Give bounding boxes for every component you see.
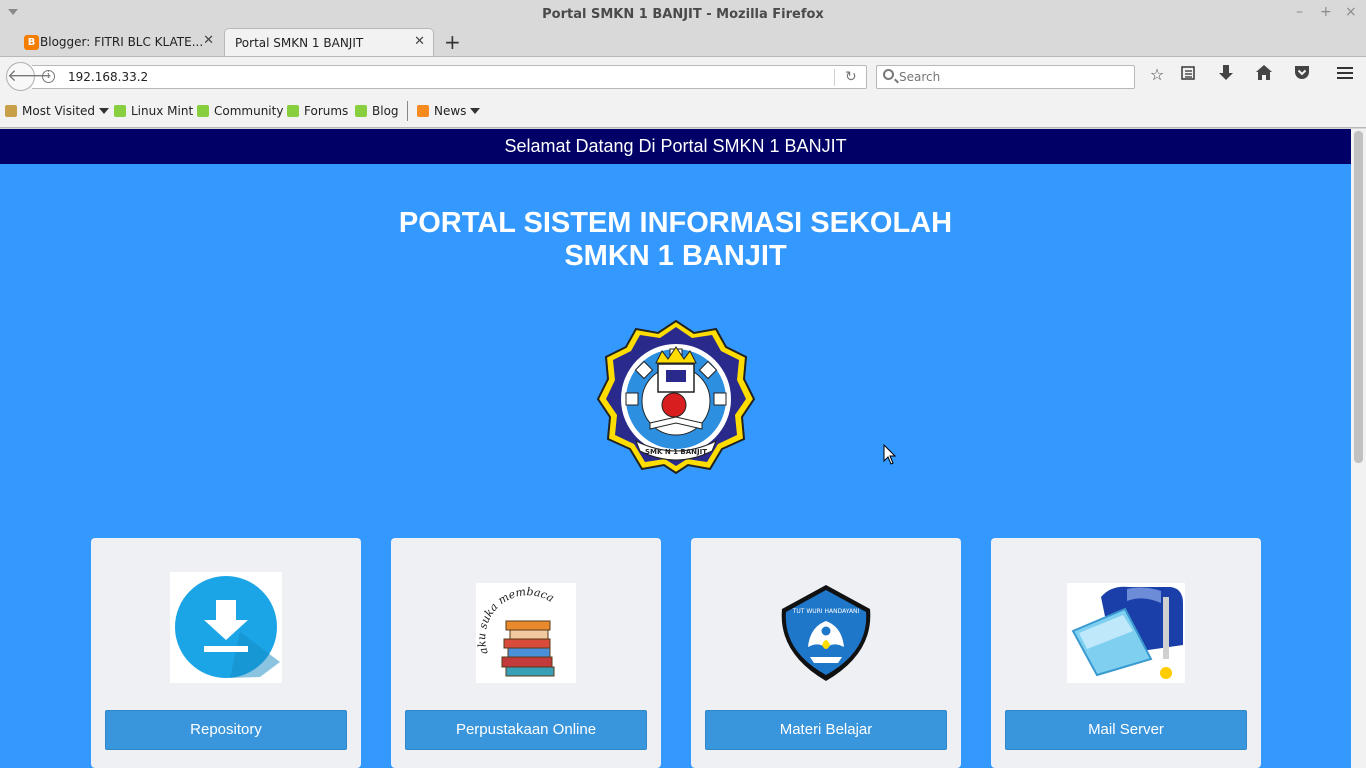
card-perpustakaan: aku suka membaca Perpustakaan Online: [391, 538, 661, 768]
bookmark-linux-mint[interactable]: Linux Mint: [114, 104, 193, 118]
url-text[interactable]: 192.168.33.2: [68, 70, 148, 84]
close-tab-icon[interactable]: ✕: [414, 34, 425, 49]
window-title: Portal SMKN 1 BANJIT - Mozilla Firefox: [542, 6, 824, 22]
bookmark-label: Community: [214, 104, 284, 118]
back-icon: 🡐: [7, 66, 53, 85]
repository-button[interactable]: Repository: [105, 710, 347, 750]
search-icon: [883, 69, 894, 80]
books-icon: aku suka membaca: [476, 583, 576, 683]
tab-strip: B Blogger: FITRI BLC KLATE... ✕ Portal S…: [0, 28, 1366, 56]
search-input[interactable]: [899, 68, 1129, 86]
linux-mint-icon: [114, 105, 126, 117]
back-button[interactable]: 🡐: [6, 62, 53, 91]
window-titlebar: Portal SMKN 1 BANJIT - Mozilla Firefox –…: [0, 0, 1366, 28]
reload-icon[interactable]: ↻: [845, 68, 857, 85]
window-menu-icon[interactable]: [8, 9, 18, 15]
page-viewport: Selamat Datang Di Portal SMKN 1 BANJIT P…: [0, 129, 1351, 768]
new-tab-button[interactable]: +: [444, 30, 461, 54]
navigation-toolbar: i 192.168.33.2 ↻ 🡐 ☆: [0, 56, 1366, 96]
blogger-icon: B: [24, 35, 39, 50]
bookmark-news[interactable]: News: [417, 104, 481, 118]
minimize-button[interactable]: –: [1296, 4, 1303, 20]
mail-server-button[interactable]: Mail Server: [1005, 710, 1247, 750]
folder-icon: [5, 105, 17, 117]
page-title-line1: PORTAL SISTEM INFORMASI SEKOLAH: [398, 207, 953, 239]
bookmark-label: Most Visited: [22, 104, 96, 118]
bookmark-separator: [407, 101, 408, 121]
linux-mint-icon: [197, 105, 209, 117]
bookmark-label: Blog: [372, 104, 399, 118]
home-icon[interactable]: [1253, 65, 1275, 87]
mouse-cursor-icon: [883, 444, 897, 465]
maximize-button[interactable]: +: [1320, 4, 1332, 20]
logo-text: SMK N 1 BANJIT: [645, 448, 707, 456]
hamburger-menu-icon[interactable]: [1334, 65, 1356, 87]
scrollbar-thumb[interactable]: [1354, 131, 1363, 463]
bookmark-community[interactable]: Community: [197, 104, 283, 118]
url-bar[interactable]: i 192.168.33.2 ↻: [32, 65, 867, 89]
download-icon: [170, 572, 282, 683]
bookmark-label: Linux Mint: [131, 104, 194, 118]
mailbox-icon: [1067, 583, 1185, 683]
perpustakaan-online-button[interactable]: Perpustakaan Online: [405, 710, 647, 750]
tut-wuri-text: TUT WURI HANDAYANI: [792, 608, 860, 615]
bookmark-blog[interactable]: Blog: [355, 104, 399, 118]
page-title: PORTAL SISTEM INFORMASI SEKOLAH SMKN 1 B…: [0, 207, 1351, 273]
bookmark-most-visited[interactable]: Most Visited: [5, 104, 110, 118]
urlbar-separator: [834, 69, 835, 86]
search-bar[interactable]: [876, 65, 1135, 89]
bookmark-star-icon[interactable]: ☆: [1146, 65, 1168, 87]
card-mail-server: Mail Server: [991, 538, 1261, 768]
bookmark-forums[interactable]: Forums: [287, 104, 348, 118]
pocket-icon[interactable]: [1291, 65, 1313, 87]
card-repository: Repository: [91, 538, 361, 768]
tab-label: Portal SMKN 1 BANJIT: [235, 35, 364, 50]
rss-icon: [417, 105, 429, 117]
chevron-down-icon: [470, 108, 481, 114]
linux-mint-icon: [287, 105, 299, 117]
download-icon[interactable]: [1215, 65, 1237, 87]
close-tab-icon[interactable]: ✕: [203, 33, 214, 48]
reading-list-icon[interactable]: [1177, 65, 1199, 87]
tab-portal[interactable]: Portal SMKN 1 BANJIT ✕: [224, 28, 434, 56]
welcome-banner: Selamat Datang Di Portal SMKN 1 BANJIT: [0, 129, 1351, 164]
materi-belajar-button[interactable]: Materi Belajar: [705, 710, 947, 750]
close-window-button[interactable]: ×: [1345, 4, 1357, 20]
tut-wuri-handayani-icon: TUT WURI HANDAYANI: [776, 583, 876, 683]
card-materi-belajar: TUT WURI HANDAYANI Materi Belajar: [691, 538, 961, 768]
bookmarks-toolbar: Most Visited Linux Mint Community Forums…: [0, 96, 1366, 128]
linux-mint-icon: [355, 105, 367, 117]
school-logo: SMK N 1 BANJIT: [596, 319, 756, 474]
bookmark-label: News: [434, 104, 467, 118]
page-title-line2: SMKN 1 BANJIT: [564, 240, 787, 272]
bookmark-label: Forums: [304, 104, 349, 118]
chevron-down-icon: [99, 108, 110, 114]
tab-label: Blogger: FITRI BLC KLATE...: [40, 35, 204, 49]
tab-blogger[interactable]: B Blogger: FITRI BLC KLATE... ✕: [16, 28, 222, 56]
